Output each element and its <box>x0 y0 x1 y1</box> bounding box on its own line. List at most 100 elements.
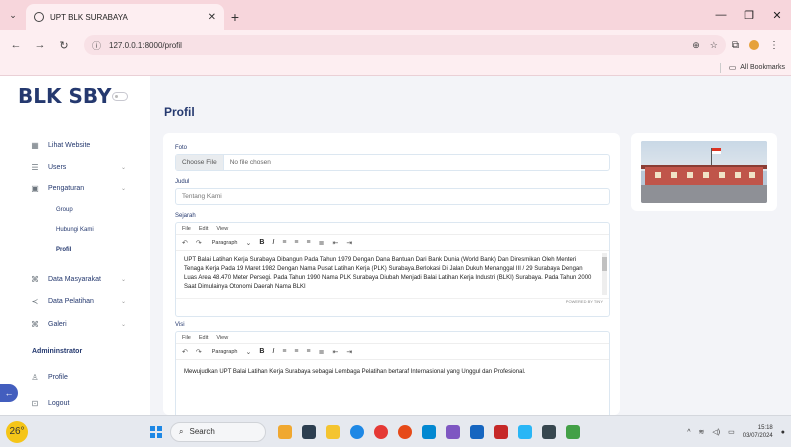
align-center-icon[interactable]: ≡ <box>294 239 298 246</box>
indent-icon[interactable]: ⇥ <box>346 348 352 356</box>
minimize-icon[interactable]: — <box>707 0 735 30</box>
editor-menu-view[interactable]: View <box>216 335 228 341</box>
grid-icon: ▦ <box>31 140 39 150</box>
bold-icon[interactable]: B <box>259 348 264 355</box>
submenu-profil[interactable]: Profil <box>56 247 71 253</box>
tab-search-icon[interactable]: ⌄ <box>0 0 26 30</box>
visi-content[interactable]: Mewujudkan UPT Balai Latihan Kerja Surab… <box>176 360 609 415</box>
redo-icon[interactable]: ↷ <box>196 348 202 356</box>
align-left-icon[interactable]: ≡ <box>282 239 286 246</box>
editor-menu-file[interactable]: File <box>182 226 191 232</box>
format-select[interactable]: Paragraph <box>212 349 238 355</box>
sidebar-item-label: Galeri <box>48 320 67 328</box>
windows-start-icon[interactable] <box>150 425 162 438</box>
editor-menu-edit[interactable]: Edit <box>199 335 208 341</box>
sejarah-content[interactable]: UPT Balai Latihan Kerja Surabaya Dibangu… <box>176 251 609 298</box>
profile-avatar-icon[interactable] <box>749 40 759 50</box>
volume-icon[interactable]: ◁) <box>712 428 720 436</box>
close-window-icon[interactable]: ✕ <box>763 0 791 30</box>
editor-menu-file[interactable]: File <box>182 335 191 341</box>
all-bookmarks-link[interactable]: All Bookmarks <box>740 64 785 71</box>
sidebar-item-pengaturan[interactable]: ▣ Pengaturan ⌄ <box>0 181 150 195</box>
sidebar-item-users[interactable]: ☰ Users ⌄ <box>0 160 150 174</box>
building-photo <box>641 141 767 203</box>
align-right-icon[interactable]: ≡ <box>307 239 311 246</box>
sidebar-item-galeri[interactable]: ⌘ Galeri ⌄ <box>0 317 150 331</box>
submenu-group[interactable]: Group <box>56 207 73 213</box>
folder-icon: ▭ <box>728 63 737 72</box>
word-icon[interactable] <box>470 424 484 439</box>
sidebar-item-data-pelatihan[interactable]: ≺ Data Pelatihan ⌄ <box>0 294 150 308</box>
sejarah-label: Sejarah <box>175 213 196 219</box>
wifi-icon[interactable]: ≋ <box>699 428 705 436</box>
outdent-icon[interactable]: ⇤ <box>332 348 338 356</box>
brand-logo[interactable]: BLK SBY <box>18 84 112 108</box>
forward-arrow-icon[interactable]: → <box>30 35 50 55</box>
submenu-hubungi-kami[interactable]: Hubungi Kami <box>56 227 94 233</box>
bold-icon[interactable]: B <box>259 239 264 246</box>
taskbar-search-label: Search <box>189 427 215 436</box>
chevron-down-icon: ⌄ <box>120 321 126 328</box>
browser-tab[interactable]: UPT BLK SURABAYA ✕ <box>26 4 224 30</box>
editor-menu-view[interactable]: View <box>216 226 228 232</box>
align-justify-icon[interactable]: ≣ <box>319 348 325 356</box>
clock[interactable]: 15:18 03/07/2024 <box>743 424 773 440</box>
align-justify-icon[interactable]: ≣ <box>319 239 325 247</box>
editor-menu-edit[interactable]: Edit <box>199 226 208 232</box>
pdf-icon[interactable] <box>494 424 508 439</box>
italic-icon[interactable]: I <box>272 348 274 355</box>
editor-scrollbar[interactable] <box>602 253 607 295</box>
italic-icon[interactable]: I <box>272 239 274 246</box>
undo-icon[interactable]: ↶ <box>182 239 188 247</box>
address-bar[interactable]: ⓘ 127.0.0.1:8000/profil ⊕ ☆ <box>84 35 726 55</box>
app-icon[interactable] <box>446 424 460 439</box>
taskbar-search[interactable]: ⌕ Search <box>170 421 266 442</box>
restore-icon[interactable]: ❐ <box>735 0 763 30</box>
chrome-icon[interactable] <box>374 424 388 439</box>
align-center-icon[interactable]: ≡ <box>294 348 298 355</box>
bookmark-star-icon[interactable]: ☆ <box>710 40 718 51</box>
judul-input[interactable]: Tentang Kami <box>175 188 610 205</box>
sidebar-item-profile[interactable]: ♙ Profile <box>0 370 150 384</box>
align-right-icon[interactable]: ≡ <box>307 348 311 355</box>
store-icon[interactable] <box>422 424 436 439</box>
scrollbar-thumb[interactable] <box>602 257 607 271</box>
photo-window <box>671 172 677 178</box>
back-arrow-button[interactable]: ← <box>0 384 18 402</box>
zoom-icon[interactable]: ⊕ <box>692 40 700 51</box>
sidebar-item-lihat-website[interactable]: ▦ Lihat Website <box>0 138 150 152</box>
sidebar-item-data-masyarakat[interactable]: ⌘ Data Masyarakat ⌄ <box>0 272 150 286</box>
file-explorer-icon[interactable] <box>326 424 340 439</box>
reload-icon[interactable]: ↻ <box>54 35 74 55</box>
chevron-up-icon[interactable]: ^ <box>687 429 690 436</box>
align-left-icon[interactable]: ≡ <box>282 348 286 355</box>
extensions-icon[interactable]: ⧉ <box>732 40 739 51</box>
new-tab-button[interactable]: + <box>224 4 246 30</box>
widgets-app-icon[interactable] <box>278 424 292 439</box>
back-arrow-icon[interactable]: ← <box>6 35 26 55</box>
app-icon[interactable] <box>518 424 532 439</box>
editor-menubar: File Edit View <box>176 332 609 344</box>
kebab-menu-icon[interactable]: ⋮ <box>769 40 779 51</box>
outdent-icon[interactable]: ⇤ <box>332 239 338 247</box>
sidebar-item-logout[interactable]: ⊡ Logout <box>0 396 150 410</box>
sidebar-item-label: Data Masyarakat <box>48 275 101 283</box>
format-select[interactable]: Paragraph <box>212 240 238 246</box>
sidebar-item-label: Users <box>48 163 67 171</box>
indent-icon[interactable]: ⇥ <box>346 239 352 247</box>
site-info-icon[interactable]: ⓘ <box>92 39 101 52</box>
app-icon[interactable] <box>566 424 580 439</box>
edge-icon[interactable] <box>350 424 364 439</box>
battery-icon[interactable]: ▭ <box>728 428 735 436</box>
redo-icon[interactable]: ↷ <box>196 239 202 247</box>
theme-toggle[interactable] <box>112 92 128 101</box>
weather-widget[interactable]: 26° <box>6 420 28 443</box>
close-tab-icon[interactable]: ✕ <box>208 12 216 23</box>
choose-file-button[interactable]: Choose File <box>176 155 224 170</box>
notification-icon[interactable]: ● <box>781 429 785 436</box>
foto-file-input[interactable]: Choose File No file chosen <box>175 154 610 171</box>
terminal-icon[interactable] <box>542 424 556 439</box>
opera-icon[interactable] <box>398 424 412 439</box>
task-view-icon[interactable] <box>302 424 316 439</box>
undo-icon[interactable]: ↶ <box>182 348 188 356</box>
